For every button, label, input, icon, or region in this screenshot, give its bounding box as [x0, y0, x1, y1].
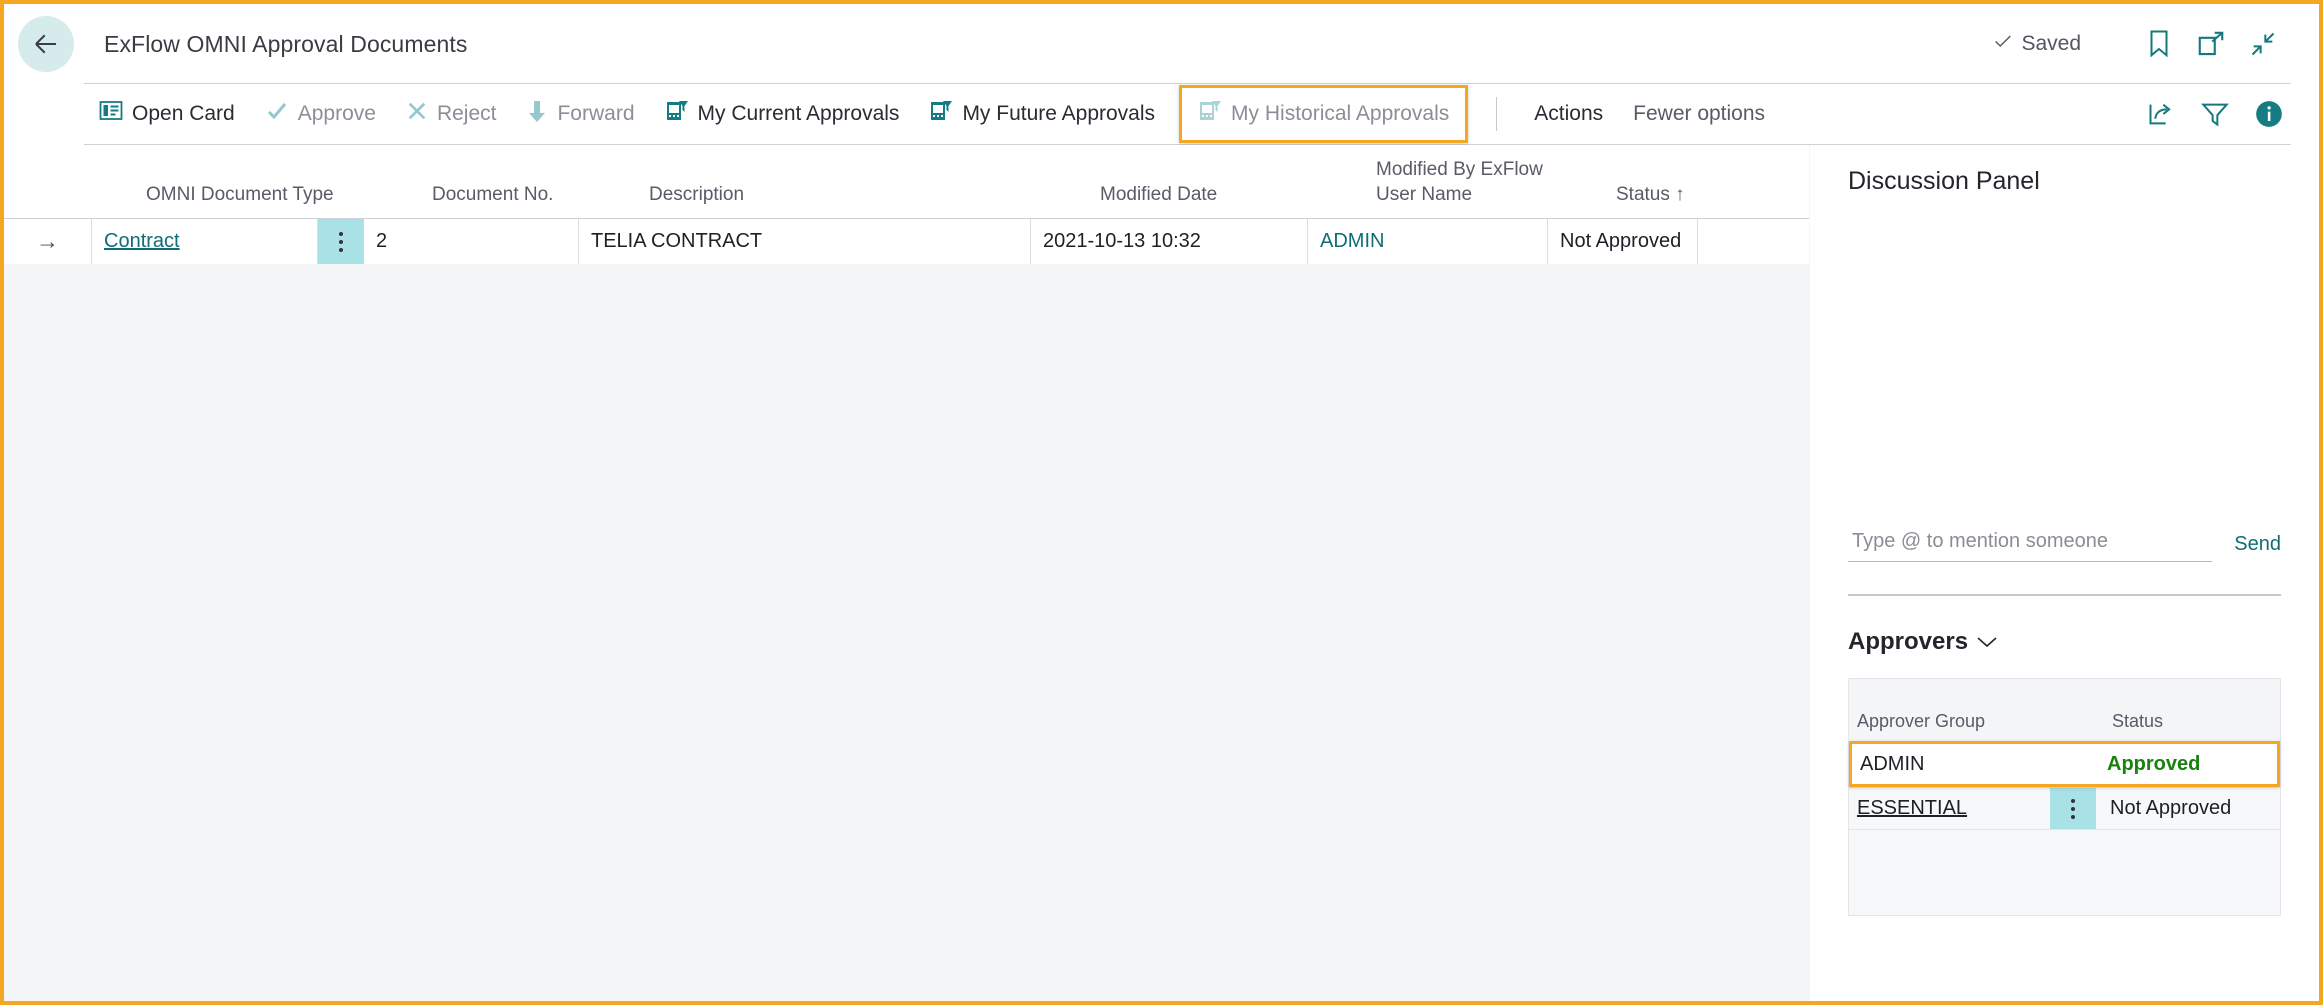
collapse-icon[interactable]: [2237, 18, 2289, 70]
toolbar-label: My Future Approvals: [962, 102, 1155, 126]
documents-list: OMNI Document Type Document No. Descript…: [4, 145, 1809, 1001]
action-toolbar: Open Card Approve Reject: [84, 83, 2291, 145]
toolbar-label: My Current Approvals: [698, 102, 900, 126]
header-actions: Saved: [1992, 18, 2319, 70]
saved-label: Saved: [2021, 32, 2081, 56]
toolbar-label: Approve: [298, 102, 376, 126]
toolbar-item-open-card[interactable]: Open Card: [84, 87, 250, 141]
approvers-header-row: Approver Group Status: [1849, 679, 2280, 741]
toolbar-label: Reject: [437, 102, 497, 126]
open-in-new-window-icon[interactable]: [2185, 18, 2237, 70]
row-context-menu-button[interactable]: [318, 219, 364, 264]
column-header-modified-date[interactable]: Modified Date: [1100, 182, 1340, 207]
cell-omni-document-type[interactable]: Contract: [92, 219, 318, 264]
discussion-messages-area: [1848, 196, 2281, 526]
mention-input[interactable]: [1848, 526, 2212, 562]
discussion-panel-title: Discussion Panel: [1848, 145, 2281, 196]
cell-modified-date[interactable]: 2021-10-13 10:32: [1031, 219, 1308, 264]
toolbar-item-actions[interactable]: Actions: [1519, 102, 1618, 126]
back-button[interactable]: [18, 16, 74, 72]
cell-modified-by[interactable]: ADMIN: [1308, 219, 1548, 264]
cell-description[interactable]: TELIA CONTRACT: [579, 219, 1031, 264]
toolbar-item-my-future-approvals[interactable]: My Future Approvals: [914, 87, 1170, 141]
toolbar-item-my-current-approvals[interactable]: My Current Approvals: [650, 87, 915, 141]
toolbar-item-forward[interactable]: Forward: [511, 87, 649, 141]
application-window: ExFlow OMNI Approval Documents Saved: [0, 0, 2323, 1005]
approvers-title-label: Approvers: [1848, 628, 1968, 656]
send-button[interactable]: Send: [2234, 533, 2281, 562]
row-context-menu-button[interactable]: [2050, 788, 2096, 829]
row-selector-arrow[interactable]: →: [4, 219, 92, 264]
info-icon[interactable]: [2247, 92, 2291, 136]
approvers-section-header[interactable]: Approvers: [1848, 628, 2281, 656]
cell-status[interactable]: Not Approved: [1548, 219, 1698, 264]
toolbar-label: Forward: [557, 102, 634, 126]
column-header-document-no[interactable]: Document No.: [432, 182, 632, 207]
cell-approver-status[interactable]: Not Approved: [2096, 788, 2280, 829]
column-header-description[interactable]: Description: [649, 182, 1029, 207]
column-header-modified-by[interactable]: Modified By ExFlow User Name: [1376, 157, 1566, 207]
cell-approver-group[interactable]: ESSENTIAL: [1849, 788, 2050, 829]
toolbar-label: Open Card: [132, 102, 235, 126]
check-icon: [265, 99, 289, 129]
share-icon[interactable]: [2139, 92, 2183, 136]
calendar-filter-icon: [929, 99, 953, 129]
chevron-down-icon: [1976, 628, 1998, 656]
column-header-approver-group[interactable]: Approver Group: [1857, 711, 1985, 732]
back-arrow-icon: [31, 29, 61, 59]
calendar-filter-icon: [1198, 99, 1222, 129]
discussion-panel: Discussion Panel Send Approvers Approver…: [1810, 145, 2319, 1001]
table-row[interactable]: ADMIN Approved: [1849, 741, 2280, 787]
table-row[interactable]: ESSENTIAL Not Approved: [1849, 787, 2280, 829]
divider: [1848, 594, 2281, 596]
column-header-status[interactable]: Status ↑: [1616, 182, 1786, 207]
bookmark-icon[interactable]: [2133, 18, 2185, 70]
page-header: ExFlow OMNI Approval Documents Saved: [4, 4, 2319, 84]
toolbar-right-icons: [2139, 92, 2291, 136]
list-header-row: OMNI Document Type Document No. Descript…: [4, 145, 1809, 219]
down-arrow-icon: [526, 99, 548, 129]
toolbar-item-reject[interactable]: Reject: [391, 87, 512, 141]
mention-row: Send: [1848, 526, 2281, 562]
column-header-omni-document-type[interactable]: OMNI Document Type: [146, 182, 396, 207]
cell-approver-status[interactable]: Approved: [2107, 744, 2277, 784]
check-icon: [1992, 30, 2014, 58]
approvers-table: Approver Group Status ADMIN Approved ESS…: [1848, 678, 2281, 916]
column-header-approver-status[interactable]: Status: [2112, 711, 2163, 732]
cell-document-no[interactable]: 2: [364, 219, 579, 264]
calendar-filter-icon: [665, 99, 689, 129]
toolbar-divider: [1496, 97, 1497, 131]
x-icon: [406, 100, 428, 128]
filter-icon[interactable]: [2193, 92, 2237, 136]
toolbar-item-my-historical-approvals[interactable]: My Historical Approvals: [1179, 85, 1468, 143]
toolbar-item-fewer-options[interactable]: Fewer options: [1618, 102, 1780, 126]
toolbar-item-approve[interactable]: Approve: [250, 87, 391, 141]
cell-approver-group[interactable]: ADMIN: [1852, 744, 2107, 784]
omni-document-type-link[interactable]: Contract: [104, 230, 180, 253]
saved-status: Saved: [1992, 30, 2081, 58]
table-row[interactable]: → Contract 2 TELIA CONTRACT 2021-10-13 1…: [4, 219, 1809, 264]
approvers-table-empty-space: [1849, 829, 2280, 915]
page-title: ExFlow OMNI Approval Documents: [104, 31, 467, 58]
page-content: OMNI Document Type Document No. Descript…: [4, 145, 2319, 1001]
toolbar-label: My Historical Approvals: [1231, 102, 1449, 126]
open-card-icon: [99, 100, 123, 128]
